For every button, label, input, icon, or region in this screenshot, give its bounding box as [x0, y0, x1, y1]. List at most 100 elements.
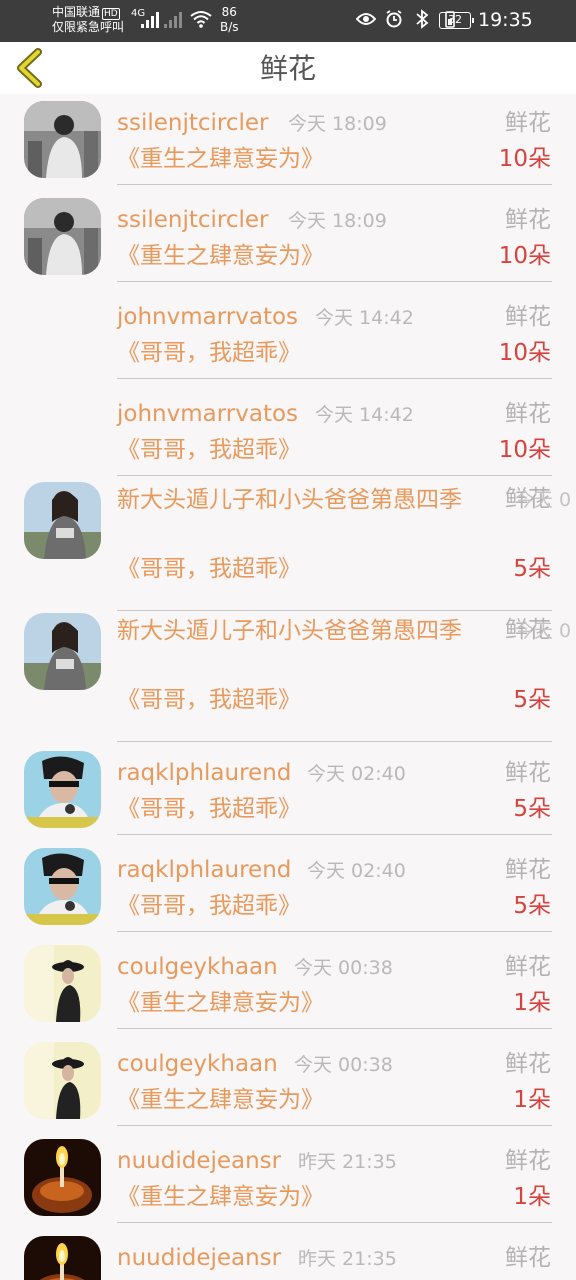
flower-count: 1朵	[513, 1087, 551, 1113]
flower-count: 10朵	[498, 146, 551, 172]
book-title[interactable]: 《重生之肆意妄为》	[117, 1182, 324, 1212]
avatar[interactable]	[24, 848, 101, 925]
wifi-icon	[190, 11, 212, 28]
book-title[interactable]: 《哥哥，我超乖》	[117, 338, 301, 368]
timestamp: 今天 00:38	[294, 1054, 393, 1076]
user-name[interactable]: ssilenjtcircler	[117, 108, 269, 138]
timestamp: 今天 14:42	[315, 404, 414, 426]
status-bar: 中国联通 HD 仅限紧急呼叫 4G 86 B/s 32 19:35	[0, 0, 576, 42]
alarm-icon	[384, 9, 404, 29]
carrier-name: 中国联通	[52, 5, 101, 19]
battery-icon: 32	[439, 12, 474, 29]
book-title[interactable]: 《重生之肆意妄为》	[117, 988, 324, 1018]
avatar[interactable]	[24, 751, 101, 828]
divider	[117, 1222, 552, 1223]
user-name[interactable]: johnvmarrvatos	[117, 399, 298, 429]
book-title[interactable]: 《哥哥，我超乖》	[117, 554, 301, 584]
gift-type: 鲜花	[505, 1245, 551, 1271]
list-item[interactable]: ssilenjtcircler 今天 18:09 鲜花 《重生之肆意妄为》 10…	[0, 94, 576, 191]
clock: 19:35	[478, 9, 533, 31]
list-item[interactable]: nuudidejeansr 昨天 21:35 鲜花 《重生之肆意妄为》 1朵	[0, 1132, 576, 1229]
flower-list: ssilenjtcircler 今天 18:09 鲜花 《重生之肆意妄为》 10…	[0, 94, 576, 1280]
timestamp: 昨天 21:35	[298, 1248, 397, 1270]
avatar[interactable]	[24, 101, 101, 178]
list-item[interactable]: coulgeykhaan 今天 00:38 鲜花 《重生之肆意妄为》 1朵	[0, 938, 576, 1035]
divider	[117, 741, 552, 742]
avatar[interactable]	[24, 1236, 101, 1280]
divider	[117, 184, 552, 185]
user-name[interactable]: ssilenjtcircler	[117, 205, 269, 235]
gift-type: 鲜花	[505, 110, 551, 136]
avatar[interactable]	[24, 1042, 101, 1119]
user-name[interactable]: coulgeykhaan	[117, 952, 278, 982]
avatar[interactable]	[24, 295, 101, 372]
gift-type: 鲜花	[505, 401, 551, 427]
book-title[interactable]: 《哥哥，我超乖》	[117, 794, 301, 824]
divider	[117, 378, 552, 379]
user-name[interactable]: raqklphlaurend	[117, 758, 291, 788]
book-title[interactable]: 《重生之肆意妄为》	[117, 144, 324, 174]
avatar[interactable]	[24, 1139, 101, 1216]
user-name[interactable]: 新大头遁儿子和小头爸爸第愚四季	[117, 615, 487, 647]
list-item[interactable]: nuudidejeansr 昨天 21:35 鲜花	[0, 1229, 576, 1280]
list-item[interactable]: johnvmarrvatos 今天 14:42 鲜花 《哥哥，我超乖》 10朵	[0, 385, 576, 482]
list-item[interactable]: raqklphlaurend 今天 02:40 鲜花 《哥哥，我超乖》 5朵	[0, 744, 576, 841]
timestamp: 今天 18:09	[288, 210, 387, 232]
divider	[117, 1125, 552, 1126]
list-item[interactable]: 新大头遁儿子和小头爸爸第愚四季 鲜花 今天 0 《哥哥，我超乖》 5朵	[0, 613, 576, 744]
user-name[interactable]: 新大头遁儿子和小头爸爸第愚四季	[117, 484, 487, 516]
divider	[117, 475, 552, 476]
avatar[interactable]	[24, 482, 101, 559]
avatar[interactable]	[24, 198, 101, 275]
divider	[117, 834, 552, 835]
timestamp: 今天 02:40	[307, 860, 406, 882]
user-name[interactable]: nuudidejeansr	[117, 1146, 281, 1176]
timestamp: 昨天 21:35	[298, 1151, 397, 1173]
list-item[interactable]: 新大头遁儿子和小头爸爸第愚四季 鲜花 今天 0 《哥哥，我超乖》 5朵	[0, 482, 576, 613]
list-item[interactable]: ssilenjtcircler 今天 18:09 鲜花 《重生之肆意妄为》 10…	[0, 191, 576, 288]
gift-type: 鲜花	[505, 1051, 551, 1077]
book-title[interactable]: 《哥哥，我超乖》	[117, 891, 301, 921]
gift-type: 鲜花	[505, 760, 551, 786]
list-item[interactable]: raqklphlaurend 今天 02:40 鲜花 《哥哥，我超乖》 5朵	[0, 841, 576, 938]
gift-type: 鲜花	[505, 207, 551, 233]
flower-count: 10朵	[498, 243, 551, 269]
divider	[117, 281, 552, 282]
list-item[interactable]: johnvmarrvatos 今天 14:42 鲜花 《哥哥，我超乖》 10朵	[0, 288, 576, 385]
flower-count: 5朵	[513, 556, 551, 582]
book-title[interactable]: 《重生之肆意妄为》	[117, 241, 324, 271]
gift-type: 鲜花	[505, 304, 551, 330]
avatar[interactable]	[24, 392, 101, 469]
divider	[117, 931, 552, 932]
gift-type: 鲜花	[505, 954, 551, 980]
eye-icon	[356, 9, 376, 29]
avatar[interactable]	[24, 613, 101, 690]
bluetooth-icon	[412, 9, 432, 29]
book-title[interactable]: 《哥哥，我超乖》	[117, 685, 301, 715]
network-speed: 86 B/s	[220, 5, 239, 34]
divider	[117, 610, 552, 611]
book-title[interactable]: 《哥哥，我超乖》	[117, 435, 301, 465]
timestamp: 今天 02:40	[307, 763, 406, 785]
signal-2-icon	[164, 12, 182, 28]
gift-type: 鲜花	[505, 1148, 551, 1174]
flower-count: 5朵	[513, 687, 551, 713]
avatar[interactable]	[24, 945, 101, 1022]
flower-count: 1朵	[513, 990, 551, 1016]
list-item[interactable]: coulgeykhaan 今天 00:38 鲜花 《重生之肆意妄为》 1朵	[0, 1035, 576, 1132]
timestamp: 今天 0	[515, 489, 572, 511]
user-name[interactable]: coulgeykhaan	[117, 1049, 278, 1079]
user-name[interactable]: raqklphlaurend	[117, 855, 291, 885]
timestamp: 今天 0	[515, 620, 572, 642]
flower-count: 1朵	[513, 1184, 551, 1210]
timestamp: 今天 14:42	[315, 307, 414, 329]
timestamp: 今天 18:09	[288, 113, 387, 135]
flower-count: 10朵	[498, 340, 551, 366]
book-title[interactable]: 《重生之肆意妄为》	[117, 1085, 324, 1115]
flower-count: 10朵	[498, 437, 551, 463]
user-name[interactable]: nuudidejeansr	[117, 1243, 281, 1273]
gift-type: 鲜花	[505, 857, 551, 883]
user-name[interactable]: johnvmarrvatos	[117, 302, 298, 332]
page-title: 鲜花	[259, 52, 316, 85]
signal-icon	[141, 12, 159, 28]
